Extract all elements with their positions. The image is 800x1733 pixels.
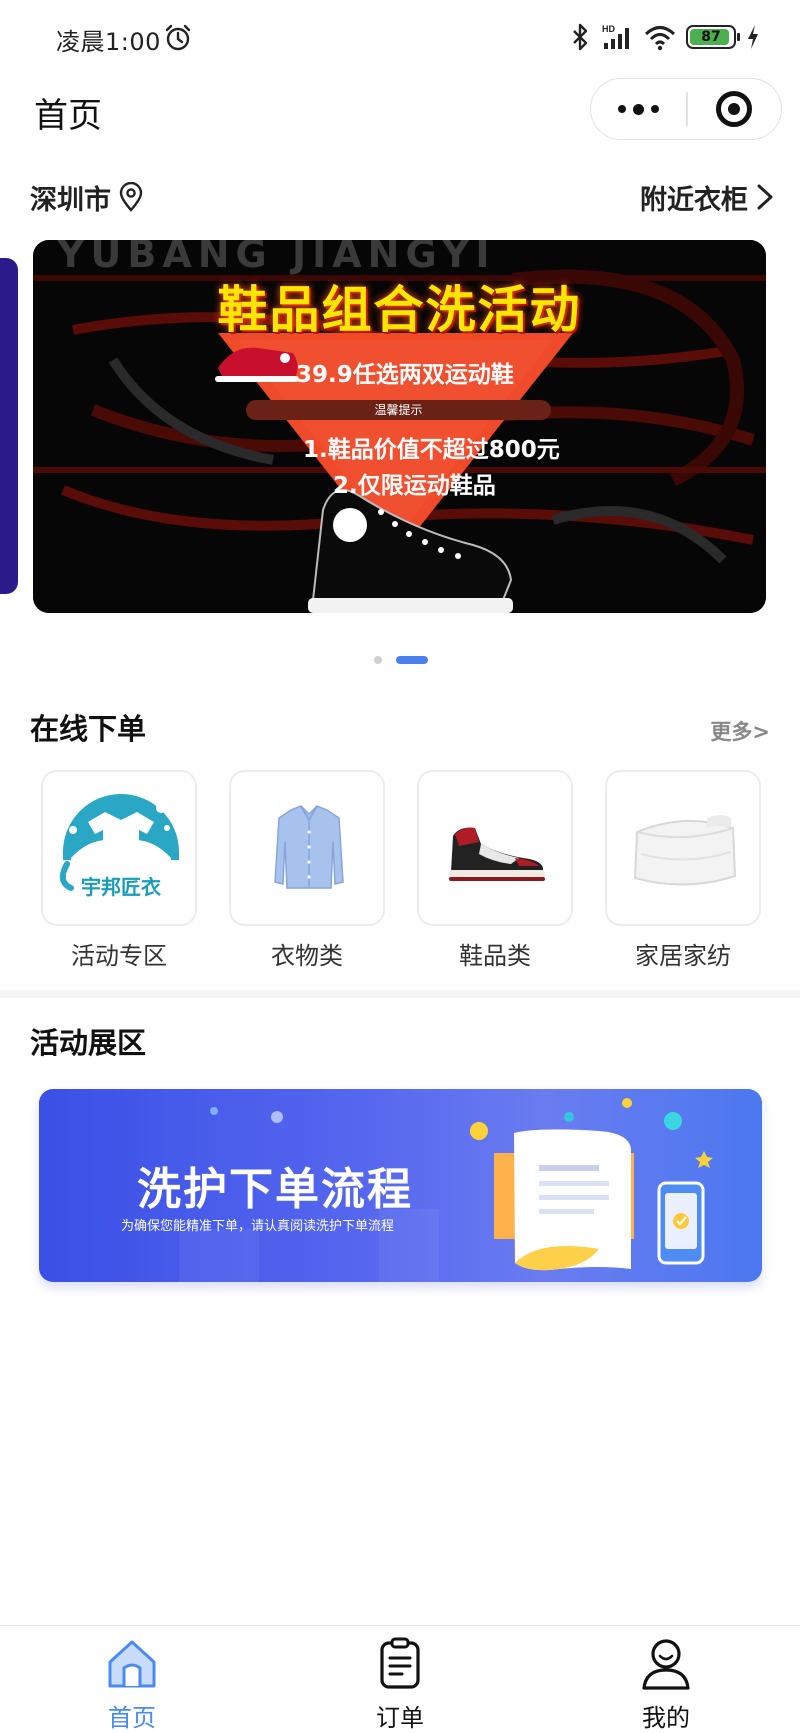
category-activity-zone[interactable]: 宇邦匠衣 活动专区 bbox=[41, 770, 197, 971]
category-icon-box[interactable]: 宇邦匠衣 bbox=[41, 770, 197, 926]
status-time: 凌晨1:00 bbox=[56, 28, 161, 56]
page-title: 首页 bbox=[34, 96, 102, 136]
network-type-label: HD bbox=[602, 24, 615, 34]
section-divider bbox=[0, 990, 800, 998]
more-dot-icon bbox=[651, 105, 659, 113]
promo-title: 洗护下单流程 bbox=[137, 1164, 413, 1215]
cellular-signal-icon: HD bbox=[602, 24, 629, 49]
wifi-icon bbox=[644, 26, 676, 51]
banner-rule-1: 1.鞋品价值不超过800元 bbox=[303, 437, 560, 463]
more-options-button[interactable] bbox=[591, 79, 686, 139]
category-home-textiles[interactable]: 家居家纺 bbox=[605, 770, 761, 971]
battery-level: 87 bbox=[701, 29, 721, 45]
category-clothing[interactable]: 衣物类 bbox=[229, 770, 385, 971]
category-icon-box[interactable] bbox=[417, 770, 573, 926]
tab-profile[interactable]: 我的 bbox=[596, 1626, 736, 1733]
chevron-right-icon[interactable] bbox=[754, 182, 776, 212]
category-icon-box[interactable] bbox=[605, 770, 761, 926]
category-icon-box[interactable] bbox=[229, 770, 385, 926]
category-label: 活动专区 bbox=[71, 942, 167, 970]
city-selector[interactable]: 深圳市 bbox=[30, 178, 111, 217]
more-dot-icon bbox=[633, 103, 644, 115]
category-label: 衣物类 bbox=[271, 942, 343, 970]
target-circle-icon bbox=[716, 91, 753, 127]
carousel-indicator bbox=[0, 653, 800, 667]
duvet-icon bbox=[633, 815, 737, 886]
banner-offer-text: 39.9任选两双运动鞋 bbox=[296, 362, 514, 388]
activity-section-title: 活动展区 bbox=[30, 1026, 147, 1060]
charging-bolt-icon bbox=[748, 25, 758, 49]
nearby-lockers-link[interactable]: 附近衣柜 bbox=[640, 178, 748, 217]
carousel-dot[interactable] bbox=[374, 656, 382, 664]
previous-slide-peek[interactable] bbox=[0, 258, 18, 594]
more-link[interactable]: 更多> bbox=[710, 716, 770, 746]
banner-tip-label: 温馨提示 bbox=[246, 400, 551, 420]
home-icon bbox=[108, 1640, 156, 1688]
order-icon bbox=[380, 1637, 420, 1689]
tab-label: 我的 bbox=[642, 1704, 690, 1732]
tab-orders[interactable]: 订单 bbox=[330, 1626, 470, 1733]
status-icons: HD 87 bbox=[570, 22, 760, 52]
category-shoes[interactable]: 鞋品类 bbox=[417, 770, 573, 971]
battery-indicator: 87 bbox=[686, 25, 740, 49]
close-mini-program-button[interactable] bbox=[688, 79, 782, 139]
banner-title: 鞋品组合洗活动 bbox=[217, 281, 582, 339]
tab-label: 首页 bbox=[108, 1704, 156, 1732]
category-label: 家居家纺 bbox=[635, 942, 731, 970]
brand-logo-text: 宇邦匠衣 bbox=[81, 875, 161, 899]
category-label: 鞋品类 bbox=[459, 942, 531, 970]
navigation-bar: 首页 bbox=[0, 70, 800, 150]
alarm-icon bbox=[165, 24, 191, 51]
banner-rule-2: 2.仅限运动鞋品 bbox=[333, 473, 496, 499]
online-order-title: 在线下单 bbox=[30, 712, 147, 746]
mini-program-capsule bbox=[590, 78, 782, 140]
banner-carousel-slide[interactable]: YUBANG JIANGYI 鞋品组合洗活动 39.9任选两双运动鞋 温馨提示 … bbox=[33, 240, 766, 613]
sneaker-icon bbox=[449, 827, 545, 881]
brand-logo-icon: 宇邦匠衣 bbox=[59, 794, 179, 899]
location-row: 深圳市 附近衣柜 bbox=[0, 170, 800, 220]
location-pin-icon[interactable] bbox=[118, 182, 144, 212]
tab-home[interactable]: 首页 bbox=[62, 1626, 202, 1733]
home-page: 凌晨1:00 HD 87 首页 深圳市 附近衣柜 YUBANG JIANGYI … bbox=[0, 0, 800, 1733]
status-bar: 凌晨1:00 HD 87 bbox=[0, 0, 800, 70]
bottom-tab-bar: 首页 订单 我的 bbox=[0, 1625, 800, 1733]
shirt-icon bbox=[274, 805, 344, 889]
more-dot-icon bbox=[618, 105, 626, 113]
profile-icon bbox=[642, 1639, 690, 1690]
order-process-banner[interactable]: 洗护下单流程 为确保您能精准下单，请认真阅读洗护下单流程 bbox=[39, 1089, 762, 1282]
tab-label: 订单 bbox=[376, 1704, 424, 1732]
bluetooth-icon bbox=[573, 23, 588, 51]
carousel-dot-active[interactable] bbox=[396, 656, 428, 664]
promo-subtitle: 为确保您能精准下单，请认真阅读洗护下单流程 bbox=[121, 1219, 395, 1234]
